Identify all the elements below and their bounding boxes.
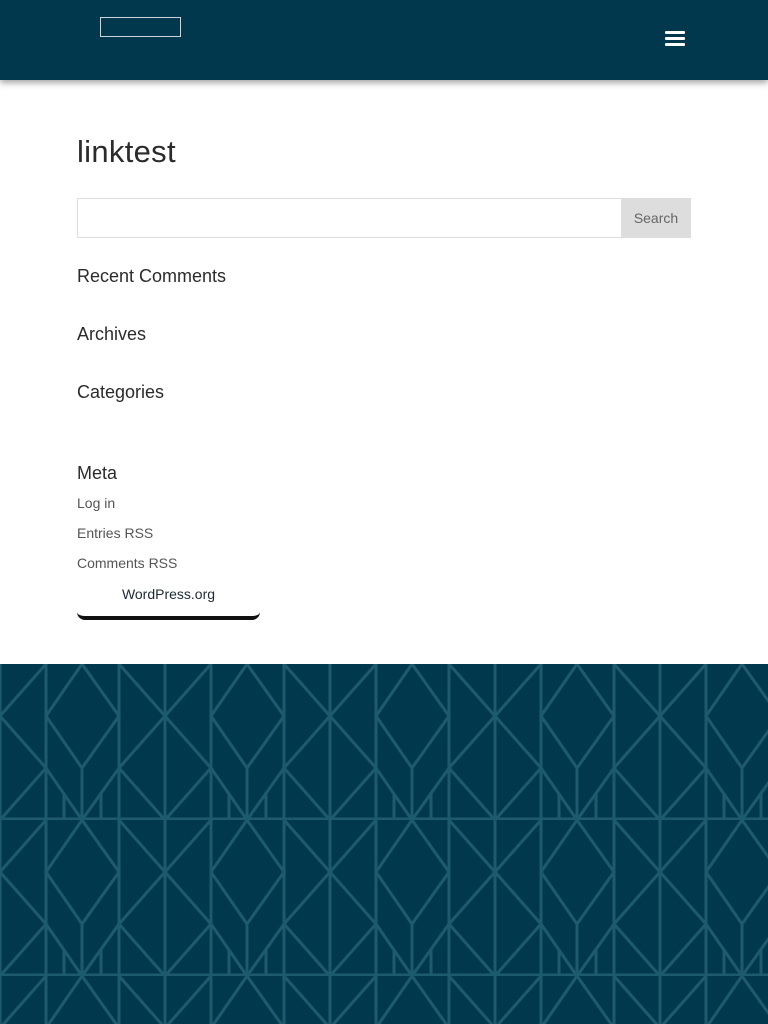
entries-rss-link[interactable]: Entries RSS: [77, 524, 153, 542]
categories-heading: Categories: [77, 382, 165, 402]
search-input[interactable]: [77, 198, 622, 238]
footer-geometric-pattern: [0, 664, 768, 1024]
recent-comments-heading: Recent Comments: [77, 266, 227, 286]
site-footer: [0, 664, 768, 1024]
hamburger-menu-icon[interactable]: [662, 28, 688, 48]
search-button[interactable]: Search: [621, 198, 691, 238]
meta-heading: Meta: [77, 463, 118, 483]
archives-heading: Archives: [77, 324, 147, 344]
login-link[interactable]: Log in: [77, 494, 115, 512]
comments-rss-link[interactable]: Comments RSS: [77, 554, 177, 572]
menu-bar: [665, 37, 685, 40]
menu-bar: [665, 43, 685, 46]
wordpress-org-link[interactable]: WordPress.org: [77, 579, 260, 620]
search-form: Search: [77, 198, 691, 238]
site-header: [0, 0, 768, 80]
site-logo[interactable]: [100, 17, 181, 37]
menu-bar: [665, 31, 685, 34]
page-title: linktest: [77, 134, 176, 169]
